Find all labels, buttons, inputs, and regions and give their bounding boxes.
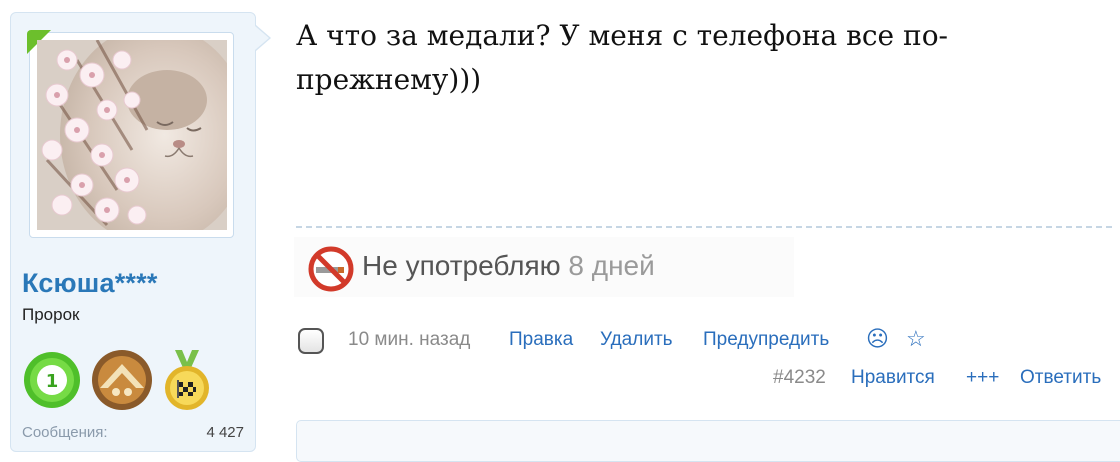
like-link[interactable]: Нравится: [851, 367, 935, 389]
delete-link[interactable]: Удалить: [600, 329, 673, 351]
post-timestamp[interactable]: 10 мин. назад: [348, 329, 470, 351]
level-badge-number: 1: [46, 371, 59, 392]
message-count-label: Сообщения:: [22, 424, 108, 441]
message-count: Сообщения: 4 427: [22, 424, 244, 441]
username[interactable]: Ксюша****: [22, 268, 158, 299]
signature-days: 8 дней: [568, 250, 655, 281]
report-sad-icon[interactable]: ☹: [866, 326, 889, 352]
signature-label: Не употребляю: [362, 250, 561, 281]
user-rank: Пророк: [22, 305, 80, 324]
select-post-checkbox[interactable]: [298, 328, 324, 354]
message-count-value: 4 427: [206, 424, 244, 441]
reply-link[interactable]: Ответить: [1020, 367, 1101, 389]
level-badge-icon[interactable]: 1: [22, 350, 82, 410]
warn-link[interactable]: Предупредить: [703, 329, 829, 351]
avatar[interactable]: [37, 40, 227, 230]
rank-medal-icon[interactable]: [90, 348, 154, 412]
finish-medal-icon[interactable]: [162, 350, 212, 412]
signature-divider: [296, 226, 1112, 228]
plus-link[interactable]: +++: [966, 367, 999, 389]
signature-text: Не употребляю 8 дней: [362, 250, 655, 282]
next-post-box: [296, 420, 1120, 462]
message-pointer: [255, 26, 269, 50]
no-smoking-icon: [306, 246, 356, 292]
favorite-star-icon[interactable]: ☆: [906, 326, 926, 352]
post-message: А что за медали? У меня с телефона все п…: [296, 19, 949, 96]
post-number[interactable]: #4232: [773, 367, 826, 389]
edit-link[interactable]: Правка: [509, 329, 573, 351]
